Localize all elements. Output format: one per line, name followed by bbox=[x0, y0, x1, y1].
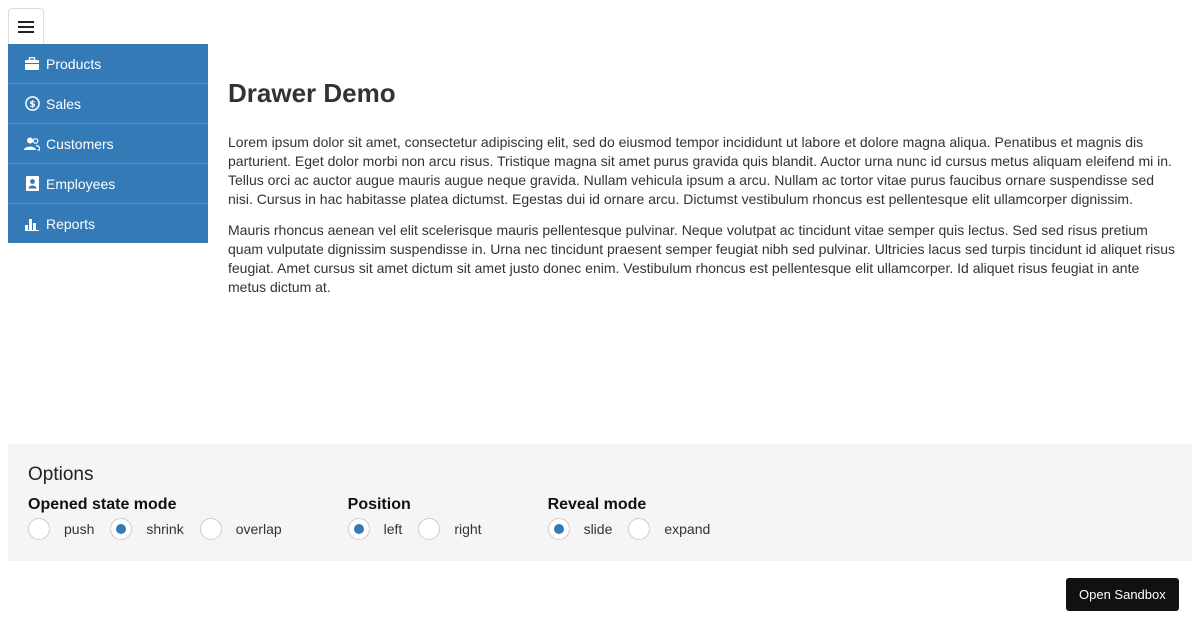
options-panel: Options Opened state mode push shrink ov… bbox=[8, 444, 1192, 561]
radio-label: right bbox=[454, 521, 482, 537]
hamburger-icon bbox=[18, 20, 34, 33]
drawer-item-label: Reports bbox=[46, 215, 96, 232]
radio-list: left right bbox=[347, 518, 498, 540]
radio-button[interactable] bbox=[110, 518, 133, 540]
options-title: Options bbox=[28, 464, 94, 485]
open-sandbox-button[interactable]: Open Sandbox bbox=[1066, 578, 1179, 611]
radio-list: slide expand bbox=[547, 518, 727, 540]
page-title: Drawer Demo bbox=[228, 78, 396, 108]
radio-list: push shrink overlap bbox=[28, 518, 298, 540]
radio-button[interactable] bbox=[418, 518, 441, 540]
radio-left[interactable]: left bbox=[347, 518, 403, 540]
content-paragraph: Mauris rhoncus aenean vel elit scelerisq… bbox=[228, 222, 1176, 295]
radio-shrink[interactable]: shrink bbox=[110, 518, 184, 540]
drawer-item-employees[interactable]: Employees bbox=[8, 164, 208, 204]
toolbar bbox=[8, 8, 44, 44]
radio-right[interactable]: right bbox=[418, 518, 482, 540]
radio-label: overlap bbox=[235, 521, 282, 537]
radio-label: left bbox=[383, 521, 403, 537]
radio-button[interactable] bbox=[628, 518, 651, 540]
radio-label: push bbox=[64, 521, 95, 537]
dollar-icon: $ bbox=[24, 96, 40, 112]
radio-label: expand bbox=[664, 521, 711, 537]
radio-slide[interactable]: slide bbox=[547, 518, 613, 540]
reveal-mode-group: Reveal mode slide expand bbox=[547, 496, 727, 540]
users-icon bbox=[24, 136, 40, 152]
drawer-item-sales[interactable]: $ Sales bbox=[8, 84, 208, 124]
briefcase-icon bbox=[24, 56, 40, 72]
drawer-item-reports[interactable]: Reports bbox=[8, 204, 208, 243]
id-card-icon bbox=[24, 176, 40, 192]
bar-chart-icon bbox=[24, 216, 40, 232]
radio-expand[interactable]: expand bbox=[628, 518, 710, 540]
radio-button[interactable] bbox=[199, 518, 222, 540]
radio-button[interactable] bbox=[547, 518, 570, 540]
main-content: Drawer Demo Lorem ipsum dolor sit amet, … bbox=[228, 78, 1178, 309]
group-label: Reveal mode bbox=[547, 496, 647, 513]
svg-text:$: $ bbox=[29, 100, 35, 110]
radio-push[interactable]: push bbox=[28, 518, 94, 540]
drawer-item-customers[interactable]: Customers bbox=[8, 124, 208, 164]
menu-toggle-button[interactable] bbox=[8, 8, 44, 44]
drawer-item-products[interactable]: Products bbox=[8, 44, 208, 84]
drawer-item-label: Customers bbox=[46, 135, 114, 152]
position-group: Position left right bbox=[347, 496, 498, 540]
radio-label: shrink bbox=[146, 521, 184, 537]
drawer-item-label: Sales bbox=[46, 95, 82, 112]
drawer-item-label: Employees bbox=[46, 175, 116, 192]
drawer: Products $ Sales Customers Employees Rep… bbox=[8, 44, 208, 243]
content-paragraph: Lorem ipsum dolor sit amet, consectetur … bbox=[228, 134, 1172, 207]
radio-label: slide bbox=[583, 521, 613, 537]
group-label: Opened state mode bbox=[28, 496, 177, 513]
group-label: Position bbox=[347, 496, 411, 513]
drawer-item-label: Products bbox=[46, 55, 102, 72]
radio-overlap[interactable]: overlap bbox=[199, 518, 282, 540]
radio-button[interactable] bbox=[28, 518, 50, 540]
radio-button[interactable] bbox=[347, 518, 370, 540]
opened-state-mode-group: Opened state mode push shrink overlap bbox=[28, 496, 298, 540]
options-groups: Opened state mode push shrink overlap Po… bbox=[28, 496, 1172, 540]
